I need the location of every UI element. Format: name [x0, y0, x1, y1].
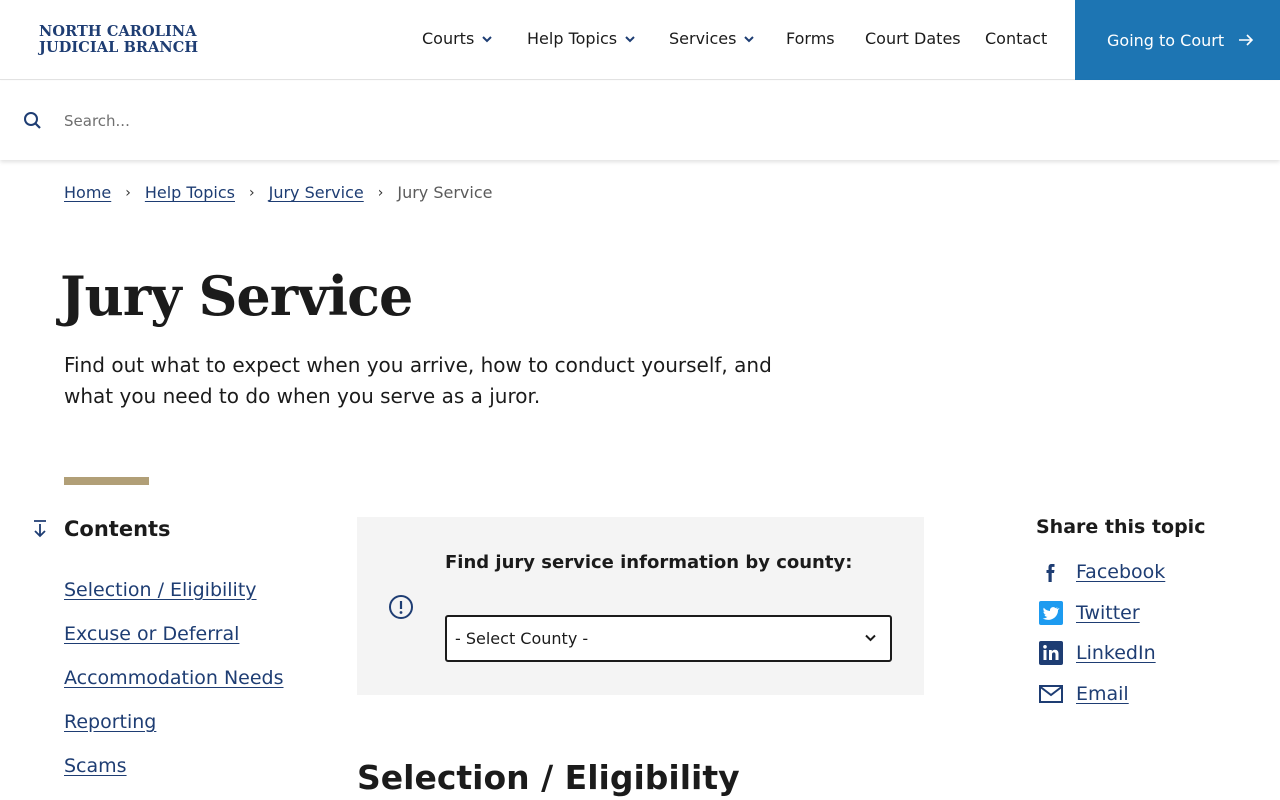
email-icon[interactable]	[1038, 681, 1064, 707]
chevron-down-icon	[625, 35, 635, 42]
accent-rule	[64, 477, 149, 485]
share-item-twitter: Twitter	[1038, 599, 1165, 627]
share-link-linkedin[interactable]: LinkedIn	[1076, 642, 1156, 664]
search-icon[interactable]	[23, 111, 42, 130]
nav-item-forms[interactable]: Forms	[786, 29, 835, 48]
nav-item-contact[interactable]: Contact	[985, 29, 1047, 48]
share-item-email: Email	[1038, 680, 1165, 708]
nav-item-label: Help Topics	[527, 29, 618, 48]
list-item: Excuse or Deferral	[64, 620, 284, 648]
breadcrumb-home[interactable]: Home	[64, 183, 111, 202]
arrow-right-icon	[1239, 34, 1254, 46]
twitter-icon[interactable]	[1038, 600, 1064, 626]
breadcrumb-current: Jury Service	[397, 183, 493, 202]
list-item: Reporting	[64, 708, 284, 736]
contents-header[interactable]: Contents	[32, 517, 171, 541]
nav-item-label: Services	[669, 29, 737, 48]
nav-item-label: Contact	[985, 29, 1048, 48]
share-item-linkedin: LinkedIn	[1038, 639, 1165, 667]
breadcrumb-help-topics[interactable]: Help Topics	[145, 183, 235, 202]
search-input[interactable]	[54, 101, 1234, 141]
nav-item-label: Forms	[786, 29, 835, 48]
breadcrumb: Home › Help Topics › Jury Service › Jury…	[64, 183, 492, 202]
site-logo[interactable]: NORTH CAROLINA JUDICIAL BRANCH	[39, 24, 198, 55]
share-link-twitter[interactable]: Twitter	[1076, 602, 1140, 624]
facebook-icon[interactable]	[1038, 559, 1064, 585]
list-item: Accommodation Needs	[64, 664, 284, 692]
callout-heading: Find jury service information by county:	[445, 552, 853, 573]
toc-link-scams[interactable]: Scams	[64, 755, 127, 777]
share-list: Facebook Twitter LinkedIn Email	[1038, 558, 1165, 720]
search-bar	[0, 81, 1280, 160]
toc-link-accommodation[interactable]: Accommodation Needs	[64, 667, 284, 689]
chevron-right-icon: ›	[125, 184, 131, 201]
arrow-down-icon	[34, 520, 46, 538]
nav-item-help-topics[interactable]: Help Topics	[527, 29, 635, 48]
toc-link-selection[interactable]: Selection / Eligibility	[64, 579, 257, 601]
contents-list: Selection / Eligibility Excuse or Deferr…	[64, 576, 284, 796]
nav-item-court-dates[interactable]: Court Dates	[865, 29, 961, 48]
site-header: NORTH CAROLINA JUDICIAL BRANCH Courts He…	[0, 0, 1280, 80]
chevron-down-icon	[482, 35, 493, 42]
list-item: Selection / Eligibility	[64, 576, 284, 604]
page-title: Jury Service	[60, 264, 413, 328]
info-icon	[389, 595, 413, 619]
nav-item-services[interactable]: Services	[669, 29, 755, 48]
county-callout: Find jury service information by county:…	[357, 517, 924, 695]
contents-label: Contents	[64, 517, 171, 541]
nav-item-courts[interactable]: Courts	[422, 29, 493, 48]
share-item-facebook: Facebook	[1038, 558, 1165, 586]
share-heading: Share this topic	[1036, 516, 1206, 538]
logo-line-1: NORTH CAROLINA	[39, 23, 197, 40]
logo-line-2: JUDICIAL BRANCH	[39, 38, 199, 56]
chevron-right-icon: ›	[249, 184, 255, 201]
county-select[interactable]: - Select County -	[445, 615, 892, 662]
nav-item-label: Court Dates	[865, 29, 961, 48]
breadcrumb-jury-service[interactable]: Jury Service	[269, 183, 364, 202]
share-link-email[interactable]: Email	[1076, 683, 1129, 705]
share-link-facebook[interactable]: Facebook	[1076, 561, 1165, 583]
county-select-value: - Select County -	[455, 629, 589, 648]
page-lede: Find out what to expect when you arrive,…	[64, 353, 772, 408]
toc-link-reporting[interactable]: Reporting	[64, 711, 156, 733]
chevron-down-icon	[744, 35, 755, 42]
list-item: Scams	[64, 752, 284, 780]
nav-item-label: Courts	[422, 29, 475, 48]
section-title: Selection / Eligibility	[357, 758, 740, 797]
chevron-right-icon: ›	[377, 184, 384, 201]
cta-label: Going to Court	[1107, 30, 1225, 50]
going-to-court-button[interactable]: Going to Court	[1075, 0, 1280, 80]
chevron-down-icon	[865, 634, 876, 642]
toc-link-excuse[interactable]: Excuse or Deferral	[64, 623, 239, 645]
linkedin-icon[interactable]	[1038, 640, 1064, 666]
